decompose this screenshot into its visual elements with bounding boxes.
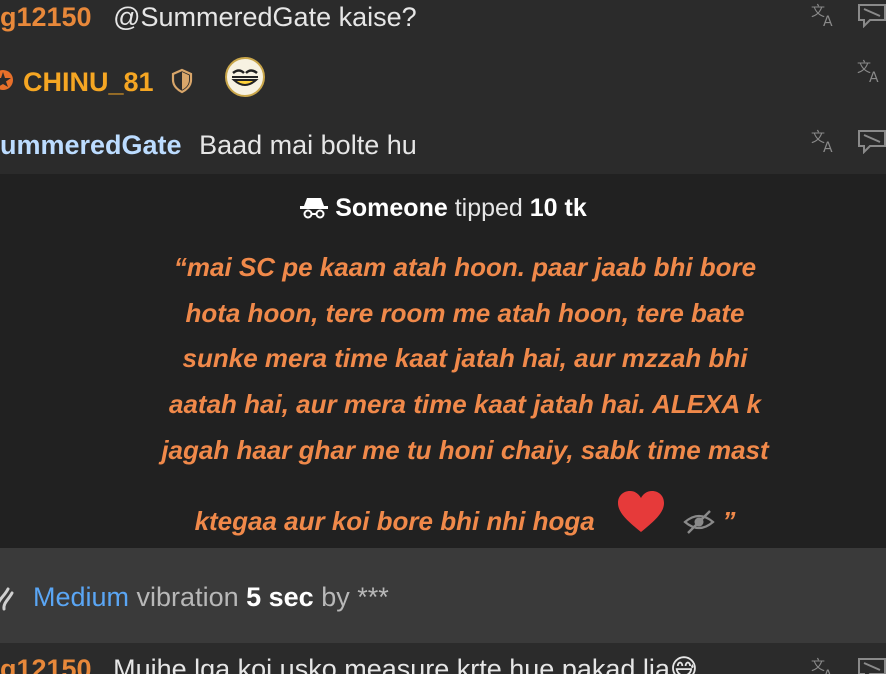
tip-quote-end: ” <box>722 505 736 536</box>
chat-message-content: g12150 Mujhe lga koi usko measure krte h… <box>0 654 698 674</box>
chat-message-text: Mujhe lga koi usko measure krte hue paka… <box>113 654 699 674</box>
svg-text:A: A <box>869 70 879 84</box>
chat-message-content: ummeredGate Baad mai bolte hu <box>0 130 417 161</box>
translate-icon[interactable]: 文 A <box>810 128 838 154</box>
chat-username[interactable]: ummeredGate <box>0 130 182 160</box>
translate-icon[interactable]: 文 A <box>856 58 884 84</box>
star-badge-icon <box>0 70 13 90</box>
vibration-by: by <box>321 582 350 612</box>
vibration-user[interactable]: *** <box>357 582 389 612</box>
chat-message-content: g12150 @SummeredGate kaise? <box>0 2 417 33</box>
chat-message-text: Baad mai bolte hu <box>199 130 417 160</box>
tip-message-line: hota hoon, tere room me atah hoon, tere … <box>185 297 745 328</box>
heart-icon <box>617 490 664 532</box>
vibration-level: Medium <box>33 582 130 612</box>
tip-message-last-line: ktegaa aur koi bore bhi nhi hoga ” <box>70 490 860 545</box>
tip-verb: tipped <box>454 194 523 222</box>
chat-message: g12150 Mujhe lga koi usko measure krte h… <box>0 650 886 674</box>
report-icon[interactable] <box>856 656 886 674</box>
incognito-icon <box>300 198 329 219</box>
tip-message-line: aatah hai, aur mera time kaat jatah hai.… <box>169 389 761 420</box>
translate-icon[interactable]: 文 A <box>810 656 838 674</box>
tip-sender[interactable]: Someone <box>335 194 448 222</box>
vibration-icon <box>0 587 14 611</box>
tip-message-line: jagah haar ghar me tu honi chaiy, sabk t… <box>161 434 769 465</box>
svg-text:A: A <box>823 668 833 674</box>
chat-message: g12150 @SummeredGate kaise? 文 A <box>0 0 886 38</box>
chat-username[interactable]: CHINU_81 <box>23 67 154 98</box>
chat-username[interactable]: g12150 <box>0 2 92 32</box>
tip-header: Someone tipped 10 tk <box>0 194 886 223</box>
vibration-notification: Medium vibration 5 sec by *** <box>0 548 886 643</box>
translate-icon[interactable]: 文 A <box>810 2 838 28</box>
shield-icon <box>171 68 193 94</box>
chat-message: ummeredGate Baad mai bolte hu 文 A <box>0 118 886 172</box>
report-icon[interactable] <box>856 2 886 28</box>
vibration-text: Medium vibration 5 sec by *** <box>33 582 389 613</box>
eye-slash-icon[interactable] <box>683 508 715 536</box>
chat-message-text: @SummeredGate kaise? <box>113 2 417 32</box>
emoji-icon <box>225 57 265 97</box>
svg-text:A: A <box>823 14 833 28</box>
tip-message-line: ktegaa aur koi bore bhi nhi hoga <box>194 505 595 536</box>
tip-message-line: “mai SC pe kaam atah hoon. paar jaab bhi… <box>173 252 757 282</box>
chat-message: CHINU_81 文 A <box>0 52 886 108</box>
tip-message: “mai SC pe kaam atah hoon. paar jaab bhi… <box>70 245 860 544</box>
vibration-duration: 5 sec <box>246 582 314 612</box>
chat-username[interactable]: g12150 <box>0 654 92 674</box>
report-icon[interactable] <box>856 128 886 154</box>
tip-amount: 10 tk <box>529 194 587 222</box>
tip-message-line: sunke mera time kaat jatah hai, aur mzza… <box>182 343 748 374</box>
svg-text:A: A <box>823 140 833 154</box>
vibration-word: vibration <box>136 582 239 612</box>
